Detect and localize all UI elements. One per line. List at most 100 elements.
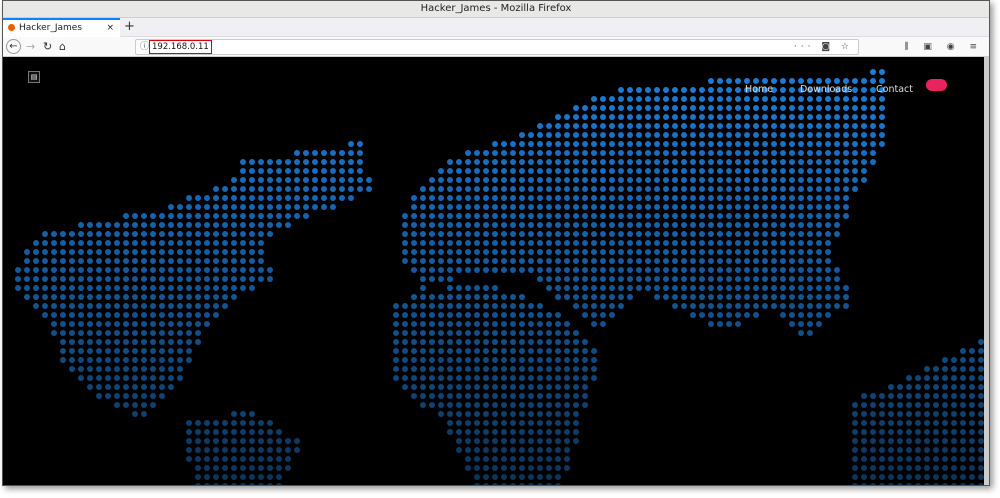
map-dot — [555, 312, 561, 318]
map-dot — [708, 249, 714, 255]
map-dot — [555, 375, 561, 381]
map-dot — [753, 312, 759, 318]
map-dot — [951, 420, 957, 426]
map-dot — [546, 384, 552, 390]
map-dot — [708, 105, 714, 111]
page-actions-icon[interactable]: ··· — [794, 42, 815, 52]
map-dot — [96, 339, 102, 345]
sidebar-icon[interactable]: ▣ — [923, 42, 938, 52]
map-dot — [222, 429, 228, 435]
map-dot — [204, 249, 210, 255]
home-button[interactable]: ⌂ — [59, 39, 66, 55]
info-icon[interactable]: ⓘ — [140, 40, 149, 54]
menu-toggle-button[interactable] — [926, 79, 947, 91]
map-dot — [258, 213, 264, 219]
map-dot — [582, 384, 588, 390]
map-dot — [708, 213, 714, 219]
map-dot — [213, 294, 219, 300]
map-dot — [888, 384, 894, 390]
map-dot — [825, 276, 831, 282]
map-dot — [591, 123, 597, 129]
map-dot — [537, 231, 543, 237]
map-dot — [537, 348, 543, 354]
map-dot — [474, 267, 480, 273]
url-bar[interactable]: ⓘ 192.168.0.11 ··· ◙ ☆ — [135, 39, 859, 55]
bookmark-star-icon[interactable]: ☆ — [841, 42, 853, 52]
new-tab-button[interactable]: + — [124, 18, 135, 35]
tab-hacker-james[interactable]: Hacker_James × — [3, 18, 120, 37]
map-dot — [546, 393, 552, 399]
map-dot — [411, 294, 417, 300]
map-dot — [465, 465, 471, 471]
map-dot — [789, 150, 795, 156]
reload-button[interactable]: ↻ — [43, 39, 52, 55]
map-dot — [861, 456, 867, 462]
map-dot — [537, 204, 543, 210]
map-dot — [807, 114, 813, 120]
map-dot — [870, 420, 876, 426]
map-dot — [735, 321, 741, 327]
map-dot — [609, 195, 615, 201]
map-dot — [204, 321, 210, 327]
map-dot — [753, 240, 759, 246]
map-dot — [456, 420, 462, 426]
back-button[interactable]: ← — [6, 39, 21, 54]
map-dot — [582, 105, 588, 111]
map-dot — [663, 141, 669, 147]
site-logo[interactable]: ▤ — [28, 71, 40, 83]
map-dot — [906, 474, 912, 480]
map-dot — [879, 456, 885, 462]
map-dot — [465, 303, 471, 309]
map-dot — [267, 186, 273, 192]
map-dot — [789, 123, 795, 129]
map-dot — [321, 186, 327, 192]
map-dot — [492, 177, 498, 183]
map-dot — [582, 213, 588, 219]
map-dot — [798, 105, 804, 111]
map-dot — [618, 231, 624, 237]
nav-home[interactable]: Home — [745, 84, 773, 95]
map-dot — [474, 447, 480, 453]
scrollbar[interactable] — [984, 57, 989, 485]
map-dot — [708, 222, 714, 228]
map-dot — [690, 132, 696, 138]
map-dot — [60, 312, 66, 318]
forward-button[interactable]: → — [26, 39, 35, 55]
map-dot — [600, 96, 606, 102]
map-dot — [825, 159, 831, 165]
nav-downloads[interactable]: Downloads — [800, 84, 852, 95]
map-dot — [114, 258, 120, 264]
url-input[interactable]: 192.168.0.11 — [149, 40, 212, 54]
map-dot — [114, 240, 120, 246]
map-dot — [744, 222, 750, 228]
map-dot — [519, 132, 525, 138]
map-dot — [672, 231, 678, 237]
map-dot — [195, 447, 201, 453]
map-dot — [420, 402, 426, 408]
menu-icon[interactable]: ≡ — [969, 42, 983, 52]
map-dot — [798, 114, 804, 120]
library-icon[interactable]: ⫼ — [904, 42, 914, 52]
pocket-icon[interactable]: ◙ — [821, 42, 834, 52]
account-icon[interactable]: ◉ — [947, 42, 961, 52]
nav-contact[interactable]: Contact — [876, 84, 913, 95]
map-dot — [231, 258, 237, 264]
map-dot — [348, 150, 354, 156]
map-dot — [465, 366, 471, 372]
map-dot — [195, 420, 201, 426]
map-dot — [564, 204, 570, 210]
close-tab-icon[interactable]: × — [106, 20, 114, 36]
map-dot — [555, 150, 561, 156]
map-dot — [519, 177, 525, 183]
map-dot — [834, 141, 840, 147]
map-dot — [276, 438, 282, 444]
map-dot — [690, 312, 696, 318]
map-dot — [573, 393, 579, 399]
map-dot — [465, 429, 471, 435]
map-dot — [222, 456, 228, 462]
map-dot — [969, 393, 975, 399]
map-dot — [573, 330, 579, 336]
map-dot — [816, 204, 822, 210]
map-dot — [663, 240, 669, 246]
map-dot — [546, 267, 552, 273]
